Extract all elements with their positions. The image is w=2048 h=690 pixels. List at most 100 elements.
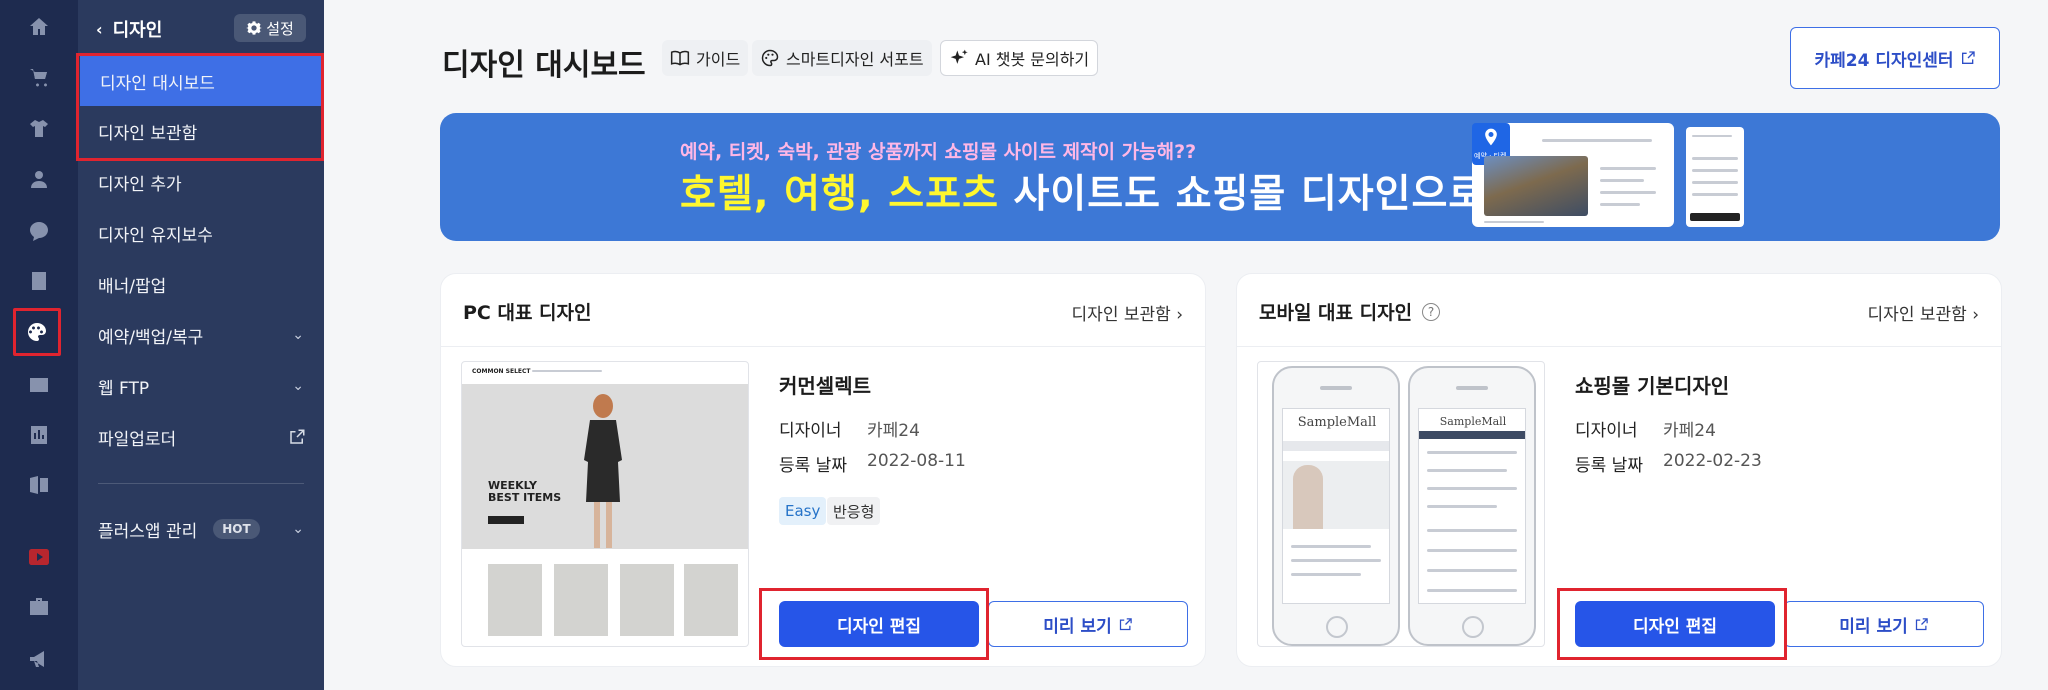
external-link-icon (1961, 51, 1975, 64)
chevron-down-icon: ⌄ (292, 521, 304, 537)
user-icon[interactable] (20, 160, 58, 198)
banner-title-rest: 사이트도 쇼핑몰 디자인으로 (998, 172, 1486, 217)
menu-label: 플러스앱 관리 (98, 521, 198, 542)
menu-banner-popup[interactable]: 배너/팝업 (78, 259, 324, 309)
book-icon (670, 50, 690, 66)
mobile-preview-button[interactable]: 미리 보기 (1784, 601, 1984, 647)
pc-design-card: PC 대표 디자인 디자인 보관함 › COMMON SELECT WEEKLY… (440, 273, 1206, 667)
menu-label: 웹 FTP (98, 378, 150, 399)
board-icon[interactable] (20, 262, 58, 300)
card-divider (1237, 346, 2001, 347)
menu-design-add[interactable]: 디자인 추가 (78, 157, 324, 207)
promo-banner[interactable]: 예약, 티켓, 숙박, 관광 상품까지 쇼핑몰 사이트 제작이 가능해?? 호텔… (440, 113, 2000, 241)
design-center-label: 카페24 디자인센터 (1814, 50, 1954, 71)
palette-icon[interactable] (13, 308, 61, 356)
chip-label: 가이드 (696, 50, 741, 69)
page-title: 디자인 대시보드 (442, 48, 646, 83)
easy-badge: Easy (779, 497, 827, 525)
megaphone-icon[interactable] (20, 640, 58, 678)
gear-icon (246, 21, 263, 35)
menu-label: 파일업로더 (98, 429, 177, 450)
phone-mockup: SampleMall (1272, 366, 1400, 646)
info-value: 카페24 (867, 421, 920, 441)
highlight-box-menu (76, 53, 324, 161)
hot-badge: HOT (213, 519, 260, 539)
mobile-card-title-text: 모바일 대표 디자인 (1259, 302, 1413, 324)
menu-label: 디자인 유지보수 (98, 225, 213, 246)
highlight-box-edit (1557, 588, 1787, 660)
menu-design-maintenance[interactable]: 디자인 유지보수 (78, 208, 324, 258)
responsive-badge: 반응형 (827, 497, 881, 525)
preview-label: 미리 보기 (1043, 616, 1112, 637)
info-key: 디자이너 (779, 421, 842, 441)
shirt-icon[interactable] (20, 110, 58, 148)
sparkle-icon (950, 49, 968, 64)
design-center-button[interactable]: 카페24 디자인센터 (1790, 27, 2000, 89)
info-key: 디자이너 (1575, 421, 1638, 441)
pc-date-row: 등록 날짜 2022-08-11 (779, 451, 966, 476)
menu-label: 디자인 추가 (98, 174, 182, 195)
menu-web-ftp[interactable]: 웹 FTP ⌄ (78, 361, 324, 411)
external-link-icon (1915, 617, 1928, 630)
menu-plus-app[interactable]: 플러스앱 관리 HOT ⌄ (78, 504, 324, 554)
phone-mockup: SampleMall (1408, 366, 1536, 646)
chat-icon[interactable] (20, 212, 58, 250)
pc-card-title: PC 대표 디자인 (463, 302, 592, 324)
external-link-icon (290, 429, 305, 444)
back-to-design[interactable]: ‹ 디자인 (96, 14, 162, 44)
mobile-storage-link[interactable]: 디자인 보관함 › (1868, 300, 1979, 325)
guide-chip[interactable]: 가이드 (662, 40, 749, 76)
info-value: 2022-02-23 (1663, 451, 1762, 471)
youtube-icon[interactable] (20, 538, 58, 576)
info-key: 등록 날짜 (1575, 456, 1643, 476)
mobile-design-card: 모바일 대표 디자인 ? 디자인 보관함 › SampleMall Sample… (1236, 273, 2002, 667)
menu-divider (98, 483, 304, 484)
menu-file-uploader[interactable]: 파일업로더 (78, 412, 324, 462)
info-value: 2022-08-11 (867, 451, 966, 471)
pc-storage-link[interactable]: 디자인 보관함 › (1072, 300, 1183, 325)
banner-subtitle: 예약, 티켓, 숙박, 관광 상품까지 쇼핑몰 사이트 제작이 가능해?? (680, 141, 1197, 163)
chevron-down-icon: ⌄ (292, 378, 304, 394)
pc-preview-button[interactable]: 미리 보기 (988, 601, 1188, 647)
info-value: 카페24 (1663, 421, 1716, 441)
mobile-designer-row: 디자이너 카페24 (1575, 416, 1716, 441)
home-icon[interactable] (20, 8, 58, 46)
chip-label: AI 챗봇 문의하기 (975, 50, 1090, 69)
menu-label: 배너/팝업 (98, 276, 167, 297)
external-link-icon (1119, 617, 1132, 630)
mobile-date-row: 등록 날짜 2022-02-23 (1575, 451, 1762, 476)
mobile-card-title: 모바일 대표 디자인 ? (1259, 298, 1441, 325)
chip-label: 스마트디자인 서포트 (786, 50, 924, 69)
settings-button[interactable]: 설정 (234, 14, 306, 42)
stats-icon[interactable] (20, 416, 58, 454)
pc-designer-row: 디자이너 카페24 (779, 416, 920, 441)
submenu-title: 디자인 (112, 20, 163, 41)
palette-icon (761, 49, 779, 67)
banner-mockup-desktop: 예약 · 티켓 (1472, 123, 1674, 227)
banner-mockup-mobile (1686, 127, 1744, 227)
settings-label: 설정 (266, 19, 294, 38)
banner-title-highlight: 호텔, 여행, 스포츠 (680, 172, 999, 217)
app-icon[interactable] (20, 466, 58, 504)
banner-title: 호텔, 여행, 스포츠 사이트도 쇼핑몰 디자인으로 (680, 163, 1485, 219)
chevron-left-icon: ‹ (96, 19, 103, 39)
menu-reserve-backup[interactable]: 예약/백업/복구 ⌄ (78, 310, 324, 360)
thumb-logo: COMMON SELECT (472, 368, 531, 375)
chevron-down-icon: ⌄ (292, 327, 304, 343)
promotion-icon[interactable] (20, 366, 58, 404)
pc-design-thumbnail[interactable]: COMMON SELECT WEEKLY BEST ITEMS (461, 361, 749, 647)
preview-label: 미리 보기 (1839, 616, 1908, 637)
ai-chatbot-chip[interactable]: AI 챗봇 문의하기 (940, 40, 1099, 76)
model-figure (584, 394, 622, 548)
thumb-hero: WEEKLY BEST ITEMS (462, 384, 748, 549)
thumb-logo: SampleMall (1297, 415, 1377, 430)
pc-design-name: 커먼셀렉트 (779, 374, 871, 398)
help-icon[interactable]: ? (1422, 302, 1441, 321)
card-divider (441, 346, 1205, 347)
smart-design-support-chip[interactable]: 스마트디자인 서포트 (752, 40, 932, 76)
cart-icon[interactable] (20, 58, 58, 96)
highlight-box-edit (759, 588, 989, 660)
info-key: 등록 날짜 (779, 456, 847, 476)
mobile-design-thumbnail[interactable]: SampleMall SampleMall (1257, 361, 1545, 647)
store-icon[interactable] (20, 588, 58, 626)
